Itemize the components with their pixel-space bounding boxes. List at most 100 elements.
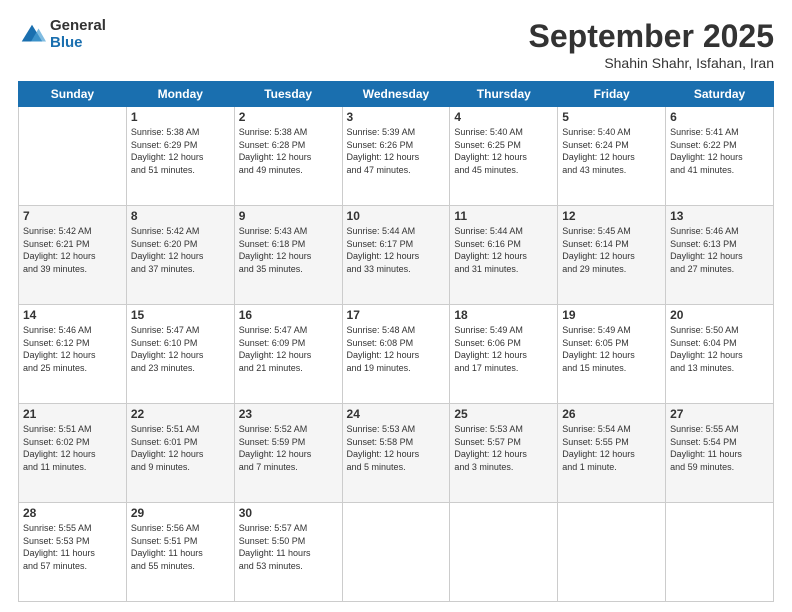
day-number: 6 xyxy=(670,110,769,124)
cell-info: Sunrise: 5:40 AMSunset: 6:24 PMDaylight:… xyxy=(562,126,661,176)
calendar-cell: 21 Sunrise: 5:51 AMSunset: 6:02 PMDayligh… xyxy=(19,404,127,503)
day-number: 18 xyxy=(454,308,553,322)
day-number: 1 xyxy=(131,110,230,124)
page: General Blue September 2025 Shahin Shahr… xyxy=(0,0,792,612)
calendar-cell: 3 Sunrise: 5:39 AMSunset: 6:26 PMDaylight… xyxy=(342,107,450,206)
calendar-cell: 13 Sunrise: 5:46 AMSunset: 6:13 PMDayligh… xyxy=(666,206,774,305)
weekday-label: Wednesday xyxy=(342,82,450,107)
cell-info: Sunrise: 5:46 AMSunset: 6:13 PMDaylight:… xyxy=(670,225,769,275)
logo: General Blue xyxy=(18,18,106,51)
calendar-cell: 14 Sunrise: 5:46 AMSunset: 6:12 PMDayligh… xyxy=(19,305,127,404)
calendar-cell: 12Sunrise: 5:45 AMSunset: 6:14 PMDayligh… xyxy=(558,206,666,305)
logo-general: General xyxy=(50,18,106,35)
cell-info: Sunrise: 5:42 AMSunset: 6:20 PMDaylight:… xyxy=(131,225,230,275)
day-number: 9 xyxy=(239,209,338,223)
calendar-week-row: 28 Sunrise: 5:55 AMSunset: 5:53 PMDayligh… xyxy=(19,503,774,602)
day-number: 8 xyxy=(131,209,230,223)
calendar-cell: 11 Sunrise: 5:44 AMSunset: 6:16 PMDayligh… xyxy=(450,206,558,305)
calendar-cell: 27 Sunrise: 5:55 AMSunset: 5:54 PMDayligh… xyxy=(666,404,774,503)
day-number: 17 xyxy=(347,308,446,322)
cell-info: Sunrise: 5:38 AMSunset: 6:28 PMDaylight:… xyxy=(239,126,338,176)
header: General Blue September 2025 Shahin Shahr… xyxy=(18,18,774,71)
calendar-cell xyxy=(19,107,127,206)
calendar: SundayMondayTuesdayWednesdayThursdayFrid… xyxy=(18,81,774,602)
cell-info: Sunrise: 5:48 AMSunset: 6:08 PMDaylight:… xyxy=(347,324,446,374)
calendar-cell: 18 Sunrise: 5:49 AMSunset: 6:06 PMDayligh… xyxy=(450,305,558,404)
weekday-label: Monday xyxy=(126,82,234,107)
day-number: 23 xyxy=(239,407,338,421)
weekday-header: SundayMondayTuesdayWednesdayThursdayFrid… xyxy=(19,82,774,107)
day-number: 20 xyxy=(670,308,769,322)
cell-info: Sunrise: 5:46 AMSunset: 6:12 PMDaylight:… xyxy=(23,324,122,374)
cell-info: Sunrise: 5:44 AMSunset: 6:16 PMDaylight:… xyxy=(454,225,553,275)
calendar-cell xyxy=(450,503,558,602)
cell-info: Sunrise: 5:53 AMSunset: 5:57 PMDaylight:… xyxy=(454,423,553,473)
weekday-label: Friday xyxy=(558,82,666,107)
calendar-cell: 22 Sunrise: 5:51 AMSunset: 6:01 PMDayligh… xyxy=(126,404,234,503)
cell-info: Sunrise: 5:49 AMSunset: 6:06 PMDaylight:… xyxy=(454,324,553,374)
day-number: 22 xyxy=(131,407,230,421)
calendar-week-row: 21 Sunrise: 5:51 AMSunset: 6:02 PMDayligh… xyxy=(19,404,774,503)
calendar-cell: 23Sunrise: 5:52 AMSunset: 5:59 PMDayligh… xyxy=(234,404,342,503)
weekday-label: Sunday xyxy=(19,82,127,107)
day-number: 7 xyxy=(23,209,122,223)
cell-info: Sunrise: 5:55 AMSunset: 5:54 PMDaylight:… xyxy=(670,423,769,473)
cell-info: Sunrise: 5:54 AMSunset: 5:55 PMDaylight:… xyxy=(562,423,661,473)
calendar-cell: 28 Sunrise: 5:55 AMSunset: 5:53 PMDayligh… xyxy=(19,503,127,602)
cell-info: Sunrise: 5:47 AMSunset: 6:10 PMDaylight:… xyxy=(131,324,230,374)
calendar-body: 1 Sunrise: 5:38 AMSunset: 6:29 PMDaylight… xyxy=(19,107,774,602)
cell-info: Sunrise: 5:38 AMSunset: 6:29 PMDaylight:… xyxy=(131,126,230,176)
cell-info: Sunrise: 5:55 AMSunset: 5:53 PMDaylight:… xyxy=(23,522,122,572)
calendar-cell: 1 Sunrise: 5:38 AMSunset: 6:29 PMDaylight… xyxy=(126,107,234,206)
cell-info: Sunrise: 5:45 AMSunset: 6:14 PMDaylight:… xyxy=(562,225,661,275)
weekday-label: Saturday xyxy=(666,82,774,107)
day-number: 29 xyxy=(131,506,230,520)
cell-info: Sunrise: 5:39 AMSunset: 6:26 PMDaylight:… xyxy=(347,126,446,176)
calendar-cell: 16Sunrise: 5:47 AMSunset: 6:09 PMDayligh… xyxy=(234,305,342,404)
calendar-cell: 25 Sunrise: 5:53 AMSunset: 5:57 PMDayligh… xyxy=(450,404,558,503)
day-number: 16 xyxy=(239,308,338,322)
day-number: 5 xyxy=(562,110,661,124)
day-number: 15 xyxy=(131,308,230,322)
day-number: 28 xyxy=(23,506,122,520)
cell-info: Sunrise: 5:49 AMSunset: 6:05 PMDaylight:… xyxy=(562,324,661,374)
calendar-cell: 9Sunrise: 5:43 AMSunset: 6:18 PMDaylight… xyxy=(234,206,342,305)
cell-info: Sunrise: 5:51 AMSunset: 6:01 PMDaylight:… xyxy=(131,423,230,473)
calendar-cell: 4 Sunrise: 5:40 AMSunset: 6:25 PMDaylight… xyxy=(450,107,558,206)
day-number: 10 xyxy=(347,209,446,223)
day-number: 27 xyxy=(670,407,769,421)
day-number: 19 xyxy=(562,308,661,322)
calendar-cell: 26 Sunrise: 5:54 AMSunset: 5:55 PMDayligh… xyxy=(558,404,666,503)
location-title: Shahin Shahr, Isfahan, Iran xyxy=(529,55,774,71)
cell-info: Sunrise: 5:50 AMSunset: 6:04 PMDaylight:… xyxy=(670,324,769,374)
calendar-week-row: 1 Sunrise: 5:38 AMSunset: 6:29 PMDaylight… xyxy=(19,107,774,206)
calendar-cell: 17 Sunrise: 5:48 AMSunset: 6:08 PMDayligh… xyxy=(342,305,450,404)
cell-info: Sunrise: 5:41 AMSunset: 6:22 PMDaylight:… xyxy=(670,126,769,176)
day-number: 4 xyxy=(454,110,553,124)
weekday-label: Tuesday xyxy=(234,82,342,107)
logo-blue: Blue xyxy=(50,35,106,52)
month-title: September 2025 xyxy=(529,18,774,55)
calendar-cell xyxy=(558,503,666,602)
calendar-cell: 24Sunrise: 5:53 AMSunset: 5:58 PMDayligh… xyxy=(342,404,450,503)
calendar-cell xyxy=(342,503,450,602)
day-number: 13 xyxy=(670,209,769,223)
weekday-label: Thursday xyxy=(450,82,558,107)
day-number: 3 xyxy=(347,110,446,124)
calendar-week-row: 7Sunrise: 5:42 AMSunset: 6:21 PMDaylight… xyxy=(19,206,774,305)
calendar-cell: 30Sunrise: 5:57 AMSunset: 5:50 PMDayligh… xyxy=(234,503,342,602)
calendar-cell: 15 Sunrise: 5:47 AMSunset: 6:10 PMDayligh… xyxy=(126,305,234,404)
day-number: 11 xyxy=(454,209,553,223)
day-number: 21 xyxy=(23,407,122,421)
cell-info: Sunrise: 5:57 AMSunset: 5:50 PMDaylight:… xyxy=(239,522,338,572)
day-number: 26 xyxy=(562,407,661,421)
cell-info: Sunrise: 5:40 AMSunset: 6:25 PMDaylight:… xyxy=(454,126,553,176)
day-number: 25 xyxy=(454,407,553,421)
cell-info: Sunrise: 5:53 AMSunset: 5:58 PMDaylight:… xyxy=(347,423,446,473)
calendar-cell: 7Sunrise: 5:42 AMSunset: 6:21 PMDaylight… xyxy=(19,206,127,305)
day-number: 14 xyxy=(23,308,122,322)
cell-info: Sunrise: 5:51 AMSunset: 6:02 PMDaylight:… xyxy=(23,423,122,473)
cell-info: Sunrise: 5:56 AMSunset: 5:51 PMDaylight:… xyxy=(131,522,230,572)
calendar-cell: 20 Sunrise: 5:50 AMSunset: 6:04 PMDayligh… xyxy=(666,305,774,404)
calendar-cell: 29 Sunrise: 5:56 AMSunset: 5:51 PMDayligh… xyxy=(126,503,234,602)
